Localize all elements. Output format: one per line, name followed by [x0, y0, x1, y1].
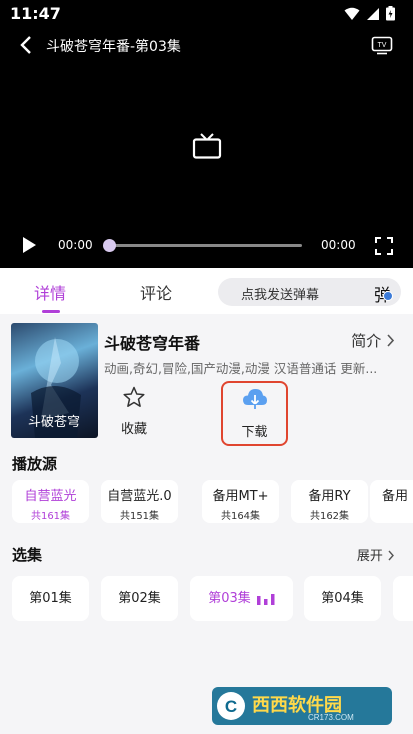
- episode-card[interactable]: [393, 576, 413, 621]
- status-icons: [344, 6, 395, 21]
- source-count: 共161集: [30, 511, 71, 522]
- episode-label: 第03集: [208, 591, 251, 606]
- svg-text:C: C: [225, 697, 237, 716]
- source-card[interactable]: 备用MT+ 共164集: [202, 480, 279, 523]
- source-name: 自营蓝光: [24, 489, 77, 504]
- watermark-logo: C 西西软件园 CR173.COM: [212, 687, 392, 725]
- battery-icon: [386, 6, 395, 21]
- fullscreen-icon[interactable]: [375, 237, 393, 255]
- download-label: 下载: [241, 425, 268, 440]
- progress-thumb[interactable]: [103, 239, 116, 252]
- episode-label: 第02集: [118, 591, 161, 606]
- episode-label: 第01集: [29, 591, 72, 606]
- poster-art: 斗破苍穹: [28, 337, 81, 438]
- video-player[interactable]: 11:47 斗破苍穹年番-第03集 TV 00:00 00:00: [0, 0, 413, 268]
- show-title: 斗破苍穹年番: [104, 334, 201, 353]
- danmaku-check-icon: [383, 291, 393, 301]
- cloud-download-icon: [242, 389, 267, 409]
- intro-label: 简介: [351, 332, 382, 350]
- episode-label: 第04集: [321, 591, 364, 606]
- svg-text:TV: TV: [378, 42, 387, 49]
- video-title: 斗破苍穹年番-第03集: [46, 39, 181, 55]
- player-title-bar: 斗破苍穹年番-第03集 TV: [0, 30, 413, 60]
- expand-label: 展开: [356, 549, 383, 564]
- chevron-right-icon: [387, 334, 395, 347]
- source-card[interactable]: 自营蓝光.0 共151集: [101, 480, 178, 523]
- source-name: 自营蓝光.0: [107, 489, 172, 504]
- show-tags: 动画,奇幻,冒险,国产动漫,动漫 汉语普通话 更新...: [104, 361, 378, 376]
- source-count: 共162集: [309, 511, 350, 522]
- episode-card[interactable]: 第04集: [304, 576, 381, 621]
- intro-link[interactable]: 简介: [351, 330, 395, 351]
- favorite-button[interactable]: 收藏: [114, 386, 154, 438]
- signal-icon: [367, 7, 379, 20]
- tab-comments[interactable]: 评论: [140, 280, 172, 304]
- player-controls: 00:00 00:00: [0, 230, 413, 260]
- status-bar: 11:47: [0, 0, 413, 28]
- poster-title-text: 斗破苍穹: [28, 414, 80, 430]
- download-button[interactable]: 下载: [221, 381, 288, 446]
- sources-title: 播放源: [12, 455, 58, 473]
- star-icon: [123, 386, 145, 407]
- play-icon[interactable]: [20, 236, 38, 254]
- status-time: 11:47: [10, 4, 61, 23]
- tab-details[interactable]: 详情: [34, 280, 66, 304]
- favorite-label: 收藏: [120, 422, 147, 437]
- details-content: 斗破苍穹 斗破苍穹年番 简介 动画,奇幻,冒险,国产动漫,动漫 汉语普通话 更新…: [0, 314, 413, 734]
- wifi-icon: [344, 7, 360, 20]
- back-arrow-icon[interactable]: [16, 34, 38, 56]
- episode-card-playing[interactable]: 第03集: [190, 576, 293, 621]
- source-card[interactable]: 自营蓝光 共161集: [12, 480, 89, 523]
- current-time: 00:00: [58, 238, 93, 252]
- chevron-right-icon: [388, 550, 394, 561]
- tv-icon: [192, 133, 222, 159]
- source-name: 备用: [382, 489, 409, 504]
- total-time: 00:00: [321, 238, 356, 252]
- tv-cast-icon[interactable]: TV: [371, 34, 393, 56]
- show-poster: 斗破苍穹: [11, 323, 98, 438]
- expand-link[interactable]: 展开: [357, 545, 395, 564]
- episode-card[interactable]: 第01集: [12, 576, 89, 621]
- source-name: 备用MT+: [212, 489, 269, 504]
- danmaku-placeholder: 点我发送弹幕: [241, 288, 320, 303]
- watermark-sub: CR173.COM: [308, 713, 354, 722]
- playing-bars-icon: [256, 593, 275, 605]
- source-count: 共164集: [220, 511, 261, 522]
- danmaku-input[interactable]: 点我发送弹幕 弹: [218, 278, 401, 306]
- active-tab-indicator: [42, 310, 60, 313]
- progress-bar[interactable]: [108, 244, 302, 247]
- tabs-row: 详情 评论 点我发送弹幕 弹: [0, 268, 413, 314]
- source-name: 备用RY: [308, 489, 351, 504]
- source-card[interactable]: 备用: [370, 480, 413, 523]
- source-card[interactable]: 备用RY 共162集: [291, 480, 368, 523]
- episode-card[interactable]: 第02集: [101, 576, 178, 621]
- source-count: 共151集: [119, 511, 160, 522]
- episodes-title: 选集: [12, 546, 43, 564]
